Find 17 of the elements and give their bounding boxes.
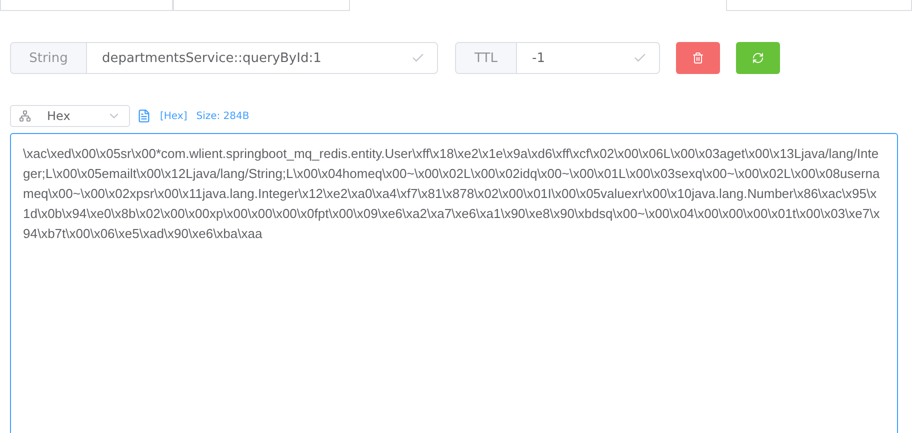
trash-icon [692,52,704,64]
delete-button[interactable] [676,42,720,74]
ttl-label: TTL [456,43,517,73]
format-select[interactable]: Hex [10,105,130,127]
key-field[interactable]: String departmentsService::queryById:1 [10,42,438,74]
format-tag: [Hex] [160,110,188,122]
document-icon [137,109,151,123]
refresh-button[interactable] [736,42,780,74]
ttl-value: -1 [532,50,545,66]
refresh-icon [752,52,764,64]
format-value: Hex [47,109,72,123]
hierarchy-icon [19,110,31,122]
type-label: String [11,43,87,73]
value-editor[interactable]: \xac\xed\x00\x05sr\x00*com.wlient.springboot_mq_redis.entity.User\xff\x18\xe2\x1e\x9a\xd6\xff\xcf\x02\x00\x06L\x00\x03aget\x00\x13Ljava/lang/Integer;L\x00\x05emailt\x00\x12Ljava/lang/String;L\x00\x04homeq\x00~\x00\x02L\x00\x02idq\x00~\x00\x01L\x00\x03sexq\x00~\x00\x02L\x00\x08usernameq\x00~\x00\x02xpsr\x00\x11java.lang.Integer\x12\xe2\xa0\xa4\xf7\x81\x878\x02\x00\x01I\x00\x05valuexr\x00\x10java.lang.Number\x86\xac\x95\x1d\x0b\x94\xe0\x8b\x02\x00\x00xp\x00\x00\x00\x0fpt\x00\x09\xe6\xa2\xa7\xe6\xa1\x90\xe8\x90\xbdsq\x00~\x00\x04\x00\x00\x00\x01t\x00\x03\xe7\x94\xb7t\x00\x06\xe5\xad\x90\xe6\xba\xaa [10,133,898,433]
key-value: departmentsService::queryById:1 [102,50,322,66]
size-text: Size: 284B [196,110,250,122]
ttl-field[interactable]: TTL -1 [455,42,660,74]
